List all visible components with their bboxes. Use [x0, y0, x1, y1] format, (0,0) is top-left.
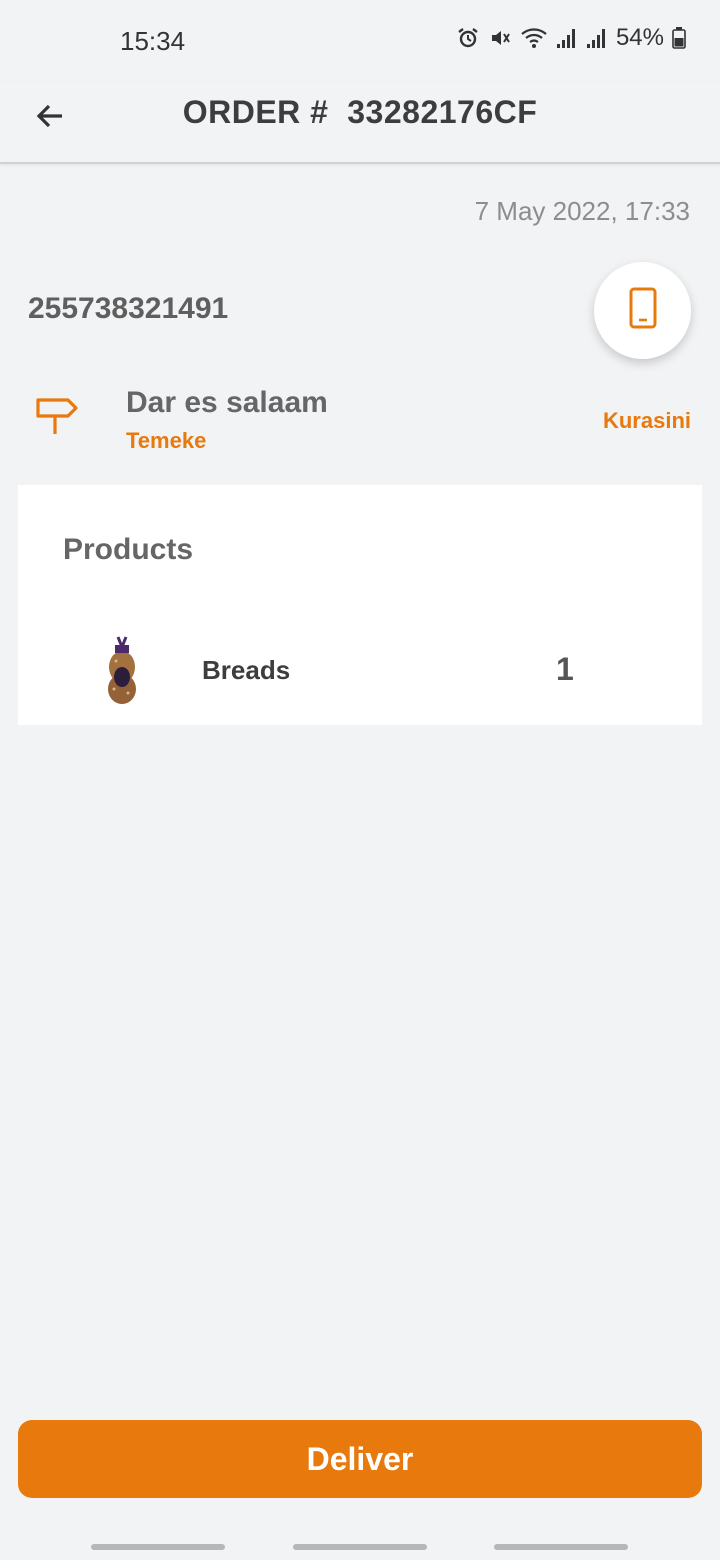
order-detail-screen: 15:34 54% ORDER # 33282176CF 7 May 2022,… [0, 0, 720, 1560]
nav-home-handle[interactable] [293, 1544, 427, 1550]
products-card: Products Breads 1 [18, 485, 702, 725]
address-ward: Kurasini [602, 408, 691, 433]
system-nav-bar [0, 1530, 720, 1560]
status-time: 15:34 [120, 26, 186, 56]
signpost-icon [34, 392, 80, 438]
deliver-button[interactable]: Deliver [18, 1420, 702, 1498]
alarm-icon [456, 26, 480, 50]
smartphone-icon [628, 287, 658, 334]
product-quantity: 1 [556, 651, 574, 687]
nav-recents-handle[interactable] [91, 1544, 225, 1550]
address-district: Temeke [126, 428, 207, 453]
products-heading: Products [63, 533, 194, 566]
customer-phone: 255738321491 [28, 292, 229, 325]
signal-icon [586, 26, 608, 50]
signal-icon [556, 26, 578, 50]
bread-product-image [102, 635, 142, 707]
status-bar: 15:34 54% [0, 0, 720, 82]
product-name: Breads [202, 655, 291, 685]
app-bar: ORDER # 33282176CF [0, 82, 720, 164]
address-city: Dar es salaam [126, 386, 328, 419]
delivery-address: Dar es salaam Temeke Kurasini [0, 380, 720, 470]
battery-percentage: 54% [615, 24, 664, 51]
status-icons: 54% [456, 24, 686, 52]
mute-icon [488, 26, 512, 50]
wifi-icon [520, 26, 548, 50]
product-row[interactable]: Breads 1 [18, 631, 702, 711]
nav-back-handle[interactable] [494, 1544, 628, 1550]
call-button[interactable] [594, 262, 691, 359]
battery-icon [672, 26, 686, 50]
order-date: 7 May 2022, 17:33 [474, 196, 690, 226]
page-title: ORDER # 33282176CF [182, 94, 538, 130]
